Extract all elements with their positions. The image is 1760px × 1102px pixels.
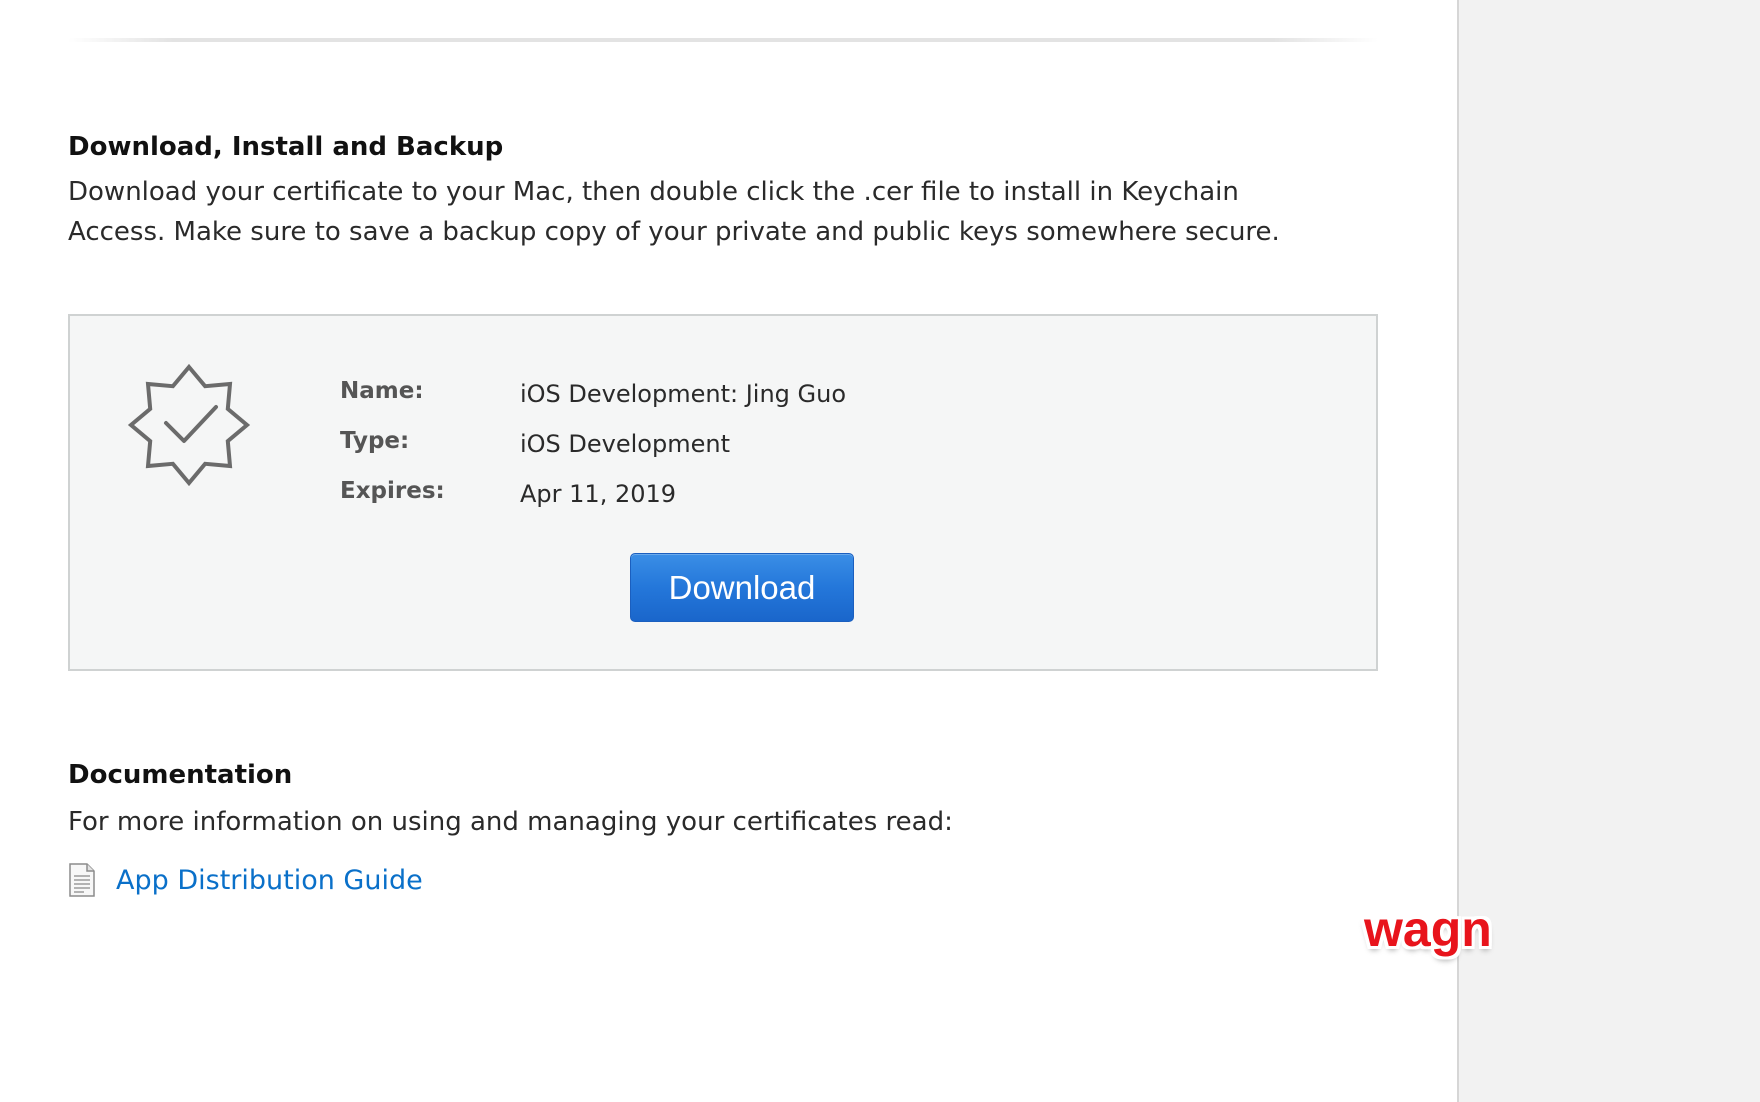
main-content: Download, Install and Backup Download yo… [0,0,1457,1102]
cert-expires-label: Expires: [340,478,445,504]
download-body-line-1: Download your certificate to your Mac, t… [68,177,1239,207]
page: Download, Install and Backup Download yo… [0,0,1760,1102]
app-distribution-guide-label: App Distribution Guide [116,864,423,896]
document-icon [69,863,95,897]
cert-name-value: iOS Development: Jing Guo [520,380,847,408]
certificate-card: Name: iOS Development: Jing Guo Type: iO… [68,314,1378,671]
right-sidebar [1457,0,1760,1102]
cert-row-type: Type: iOS Development [340,428,1040,468]
download-section-heading: Download, Install and Backup [68,132,504,162]
cert-name-label: Name: [340,378,424,404]
cert-row-name: Name: iOS Development: Jing Guo [340,378,1040,418]
documentation-heading: Documentation [68,760,293,790]
cert-type-label: Type: [340,428,410,454]
certificate-badge-icon [127,363,251,487]
download-button[interactable]: Download [630,553,854,622]
download-body-line-2: Access. Make sure to save a backup copy … [68,217,1280,247]
app-distribution-guide-link[interactable]: App Distribution Guide [68,862,423,898]
cert-expires-value: Apr 11, 2019 [520,480,677,508]
documentation-body: For more information on using and managi… [68,802,1368,842]
cert-type-value: iOS Development [520,430,730,458]
cert-row-expires: Expires: Apr 11, 2019 [340,478,1040,518]
top-divider [68,38,1378,42]
download-section-body: Download your certificate to your Mac, t… [68,172,1368,252]
watermark-logo: wagn [1364,901,1492,957]
documentation-body-text: For more information on using and managi… [68,807,953,837]
